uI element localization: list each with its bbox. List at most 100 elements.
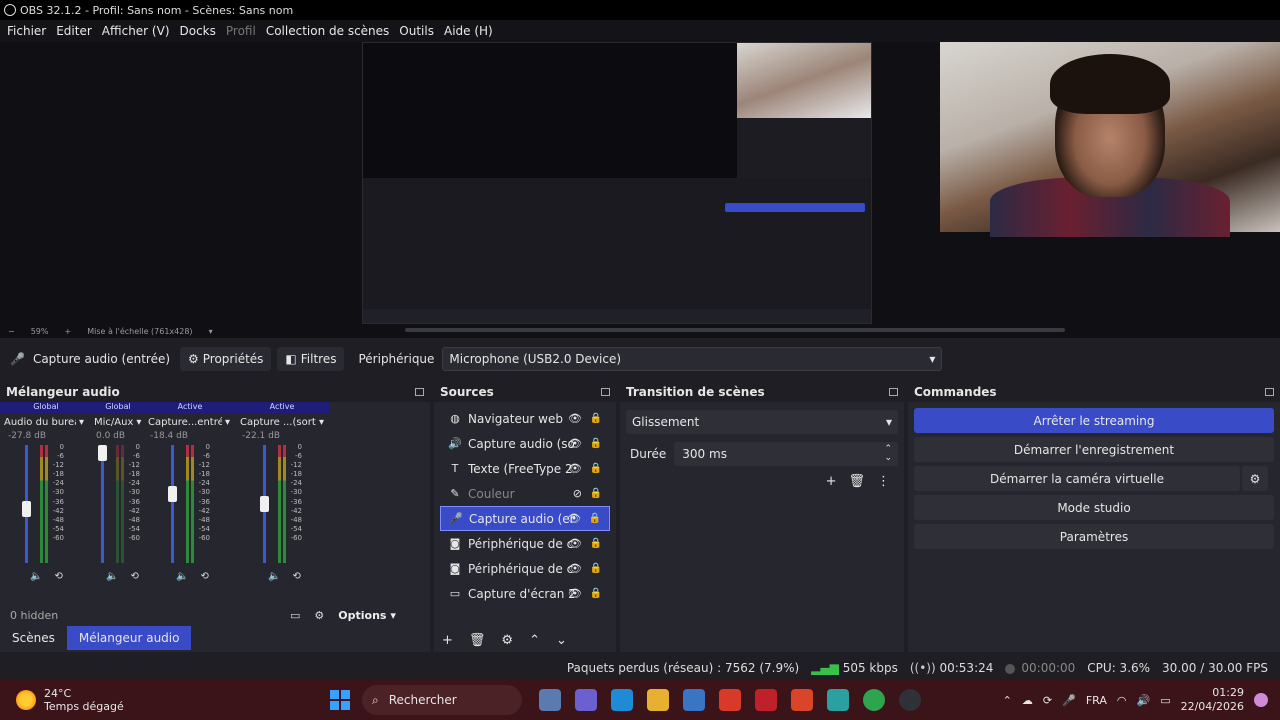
- chevron-up-icon[interactable]: ⌃: [1003, 694, 1012, 707]
- undock-icon[interactable]: [601, 388, 610, 396]
- source-item[interactable]: ◙ Périphérique de capture vidéo👁 🔒: [440, 531, 610, 556]
- speaker-icon[interactable]: 🔈: [176, 571, 188, 582]
- lock-icon[interactable]: 🔒: [590, 588, 602, 599]
- eye-icon[interactable]: 👁: [568, 437, 582, 450]
- teams-icon[interactable]: [575, 689, 597, 711]
- weather-widget[interactable]: 24°C Temps dégagé: [0, 687, 330, 713]
- photos-icon[interactable]: [827, 689, 849, 711]
- channel-name-capture-out[interactable]: Capture ...(sortie)▾: [236, 417, 328, 428]
- copilot-icon[interactable]: [1254, 693, 1268, 707]
- menu-collection-scenes[interactable]: Collection de scènes: [261, 24, 394, 38]
- channel-name-mic[interactable]: Mic/Aux ▾: [90, 417, 144, 428]
- lock-icon[interactable]: 🔒: [590, 488, 602, 499]
- channel-name-capture-in[interactable]: Capture...entrée)▾: [144, 417, 236, 428]
- source-item[interactable]: 🔊 Capture audio (sortie)👁 🔒: [440, 431, 610, 456]
- menu-aide[interactable]: Aide (H): [439, 24, 498, 38]
- tab-audio-mixer[interactable]: Mélangeur audio: [66, 626, 192, 650]
- lock-icon[interactable]: 🔒: [589, 513, 601, 524]
- volume-fader-track[interactable]: [171, 445, 174, 563]
- app-l-icon[interactable]: [719, 689, 741, 711]
- taskbar-search[interactable]: ⌕ Rechercher: [362, 685, 522, 715]
- add-icon[interactable]: +: [826, 474, 837, 489]
- volume-icon[interactable]: 🔊: [1136, 694, 1150, 707]
- eye-icon[interactable]: 👁: [568, 562, 582, 575]
- speaker-icon[interactable]: 🔈: [268, 571, 280, 582]
- preview-area[interactable]: [0, 42, 1280, 324]
- add-icon[interactable]: +: [442, 633, 453, 648]
- lock-icon[interactable]: 🔒: [590, 538, 602, 549]
- lock-icon[interactable]: 🔒: [590, 438, 602, 449]
- more-icon[interactable]: ⋮: [877, 474, 890, 489]
- menu-profil[interactable]: Profil: [221, 24, 261, 38]
- mcafee-icon[interactable]: [755, 689, 777, 711]
- language-indicator[interactable]: FRA: [1086, 694, 1107, 707]
- transition-select[interactable]: Glissement ▾: [626, 410, 898, 434]
- volume-fader-knob[interactable]: [260, 496, 269, 512]
- chevron-down-icon[interactable]: ▾: [209, 327, 213, 336]
- studio-mode-button[interactable]: Mode studio: [914, 495, 1274, 520]
- pdf-icon[interactable]: [791, 689, 813, 711]
- stepper-icon[interactable]: ⌃ ⌄: [884, 445, 892, 463]
- tab-scenes[interactable]: Scènes: [0, 626, 67, 650]
- filters-button[interactable]: ◧ Filtres: [277, 347, 345, 371]
- monitor-icon[interactable]: ⟲: [292, 571, 300, 582]
- volume-fader-knob[interactable]: [98, 445, 107, 461]
- task-view-icon[interactable]: [539, 689, 561, 711]
- start-virtual-camera-button[interactable]: Démarrer la caméra virtuelle ⚙: [914, 466, 1268, 491]
- menu-fichier[interactable]: Fichier: [2, 24, 51, 38]
- eye-icon[interactable]: 👁: [568, 537, 582, 550]
- wifi-icon[interactable]: ◠: [1117, 694, 1127, 707]
- preview-scrollbar[interactable]: [405, 328, 1065, 332]
- zoom-in-icon[interactable]: +: [64, 327, 71, 336]
- source-item[interactable]: ◙ Périphérique de capture vidéo 2👁 🔒: [440, 556, 610, 581]
- eye-icon[interactable]: 👁: [568, 587, 582, 600]
- source-item[interactable]: ✎ Couleur ⊘ 🔒: [440, 481, 610, 506]
- clock[interactable]: 01:29 22/04/2026: [1181, 686, 1244, 714]
- trash-icon[interactable]: 🗑: [848, 474, 865, 489]
- arrow-down-icon[interactable]: ⌄: [556, 633, 567, 648]
- mixer-options-button[interactable]: Options ▾: [338, 609, 396, 622]
- gear-icon[interactable]: ⚙: [314, 609, 324, 622]
- microphone-icon[interactable]: 🎤: [1062, 694, 1076, 707]
- duration-input[interactable]: 300 ms ⌃ ⌄: [674, 442, 898, 466]
- volume-fader-track[interactable]: [101, 445, 104, 563]
- eye-icon[interactable]: 👁: [568, 412, 582, 425]
- undock-icon[interactable]: [415, 388, 424, 396]
- settings-button[interactable]: Paramètres: [914, 524, 1274, 549]
- preview-canvas[interactable]: [362, 42, 872, 324]
- windows-start-icon[interactable]: [330, 690, 350, 710]
- trash-icon[interactable]: 🗑: [469, 633, 486, 648]
- obs-taskbar-icon[interactable]: [899, 689, 921, 711]
- eye-hidden-icon[interactable]: ⊘: [573, 487, 582, 500]
- edge-icon[interactable]: [611, 689, 633, 711]
- volume-fader-knob[interactable]: [22, 501, 31, 517]
- cloud-icon[interactable]: ☁: [1022, 694, 1033, 707]
- scale-label[interactable]: Mise à l'échelle (761x428): [87, 327, 192, 336]
- arrow-up-icon[interactable]: ⌃: [529, 633, 540, 648]
- stop-streaming-button[interactable]: Arrêter le streaming: [914, 408, 1274, 433]
- source-item[interactable]: T Texte (FreeType 2) 👁 🔒: [440, 456, 610, 481]
- source-item[interactable]: ◍ Navigateur web 👁 🔒: [440, 406, 610, 431]
- lock-icon[interactable]: 🔒: [590, 563, 602, 574]
- device-select[interactable]: Microphone (USB2.0 Device) ▾: [442, 347, 943, 371]
- battery-icon[interactable]: ▭: [1160, 694, 1170, 707]
- file-explorer-icon[interactable]: [647, 689, 669, 711]
- layout-icon[interactable]: ▭: [290, 609, 300, 622]
- menu-docks[interactable]: Docks: [175, 24, 221, 38]
- volume-fader-knob[interactable]: [168, 486, 177, 502]
- menu-editer[interactable]: Editer: [51, 24, 97, 38]
- eye-icon[interactable]: 👁: [568, 462, 582, 475]
- source-item[interactable]: 🎤 Capture audio (entrée)👁 🔒: [440, 506, 610, 531]
- source-item[interactable]: ▭ Capture d'écran 2 👁 🔒: [440, 581, 610, 606]
- zoom-out-icon[interactable]: −: [8, 327, 15, 336]
- properties-button[interactable]: ⚙ Propriétés: [180, 347, 272, 371]
- monitor-icon[interactable]: ⟲: [130, 571, 138, 582]
- speaker-icon[interactable]: 🔈: [30, 571, 42, 582]
- channel-name-desktop[interactable]: Audio du bureau▾: [0, 417, 90, 428]
- menu-outils[interactable]: Outils: [394, 24, 439, 38]
- menu-afficher[interactable]: Afficher (V): [97, 24, 175, 38]
- monitor-icon[interactable]: ⟲: [54, 571, 62, 582]
- eye-icon[interactable]: 👁: [567, 512, 581, 525]
- chrome-icon[interactable]: [863, 689, 885, 711]
- speaker-icon[interactable]: 🔈: [106, 571, 118, 582]
